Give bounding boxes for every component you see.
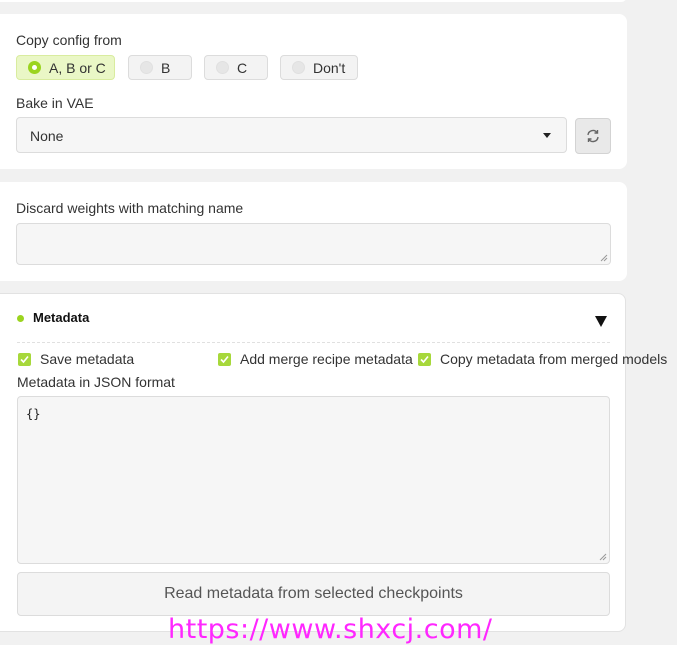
radio-option-label: B <box>161 59 171 76</box>
copy-metadata-checkbox[interactable]: Copy metadata from merged models <box>418 351 667 367</box>
copy-config-option-abc[interactable]: A, B or C <box>16 55 115 80</box>
add-merge-recipe-checkbox[interactable]: Add merge recipe metadata <box>218 351 413 367</box>
resize-grip-icon[interactable] <box>600 254 608 262</box>
radio-dot-icon <box>140 61 153 74</box>
watermark-url: https://www.shxcj.com/ <box>168 614 493 645</box>
radio-option-label: Don't <box>313 59 346 76</box>
radio-option-label: C <box>237 59 248 76</box>
triangle-down-icon <box>595 316 607 327</box>
metadata-json-label: Metadata in JSON format <box>17 374 175 390</box>
status-dot-icon <box>17 315 24 322</box>
refresh-vae-button[interactable] <box>575 118 611 154</box>
bake-vae-value: None <box>30 128 64 144</box>
bake-vae-dropdown[interactable]: None <box>16 117 567 153</box>
bake-vae-label: Bake in VAE <box>16 95 94 111</box>
refresh-icon <box>587 129 599 143</box>
discard-weights-input[interactable] <box>16 223 611 265</box>
resize-grip-icon[interactable] <box>599 553 607 561</box>
copy-config-option-c[interactable]: C <box>204 55 268 80</box>
add-merge-recipe-label: Add merge recipe metadata <box>240 351 413 367</box>
checkmark-icon <box>218 352 231 366</box>
radio-option-label: A, B or C <box>49 59 106 76</box>
copy-metadata-label: Copy metadata from merged models <box>440 351 668 367</box>
checkmark-icon <box>418 352 431 366</box>
read-metadata-button[interactable]: Read metadata from selected checkpoints <box>17 572 610 616</box>
copy-config-label: Copy config from <box>16 32 122 48</box>
copy-config-option-dont[interactable]: Don't <box>280 55 358 80</box>
copy-config-option-b[interactable]: B <box>128 55 192 80</box>
discard-weights-label: Discard weights with matching name <box>16 200 244 216</box>
metadata-json-value: {} <box>26 407 41 421</box>
top-panel-edge <box>0 0 627 2</box>
save-metadata-checkbox[interactable]: Save metadata <box>18 351 134 367</box>
checkmark-icon <box>18 352 31 366</box>
metadata-divider <box>17 342 610 343</box>
metadata-header[interactable]: Metadata <box>16 308 610 336</box>
radio-dot-icon <box>292 61 305 74</box>
metadata-json-input[interactable]: {} <box>17 396 610 564</box>
radio-dot-icon <box>216 61 229 74</box>
radio-dot-icon <box>28 61 41 74</box>
save-metadata-label: Save metadata <box>40 351 135 367</box>
metadata-title: Metadata <box>33 310 90 325</box>
caret-down-icon <box>543 133 551 138</box>
